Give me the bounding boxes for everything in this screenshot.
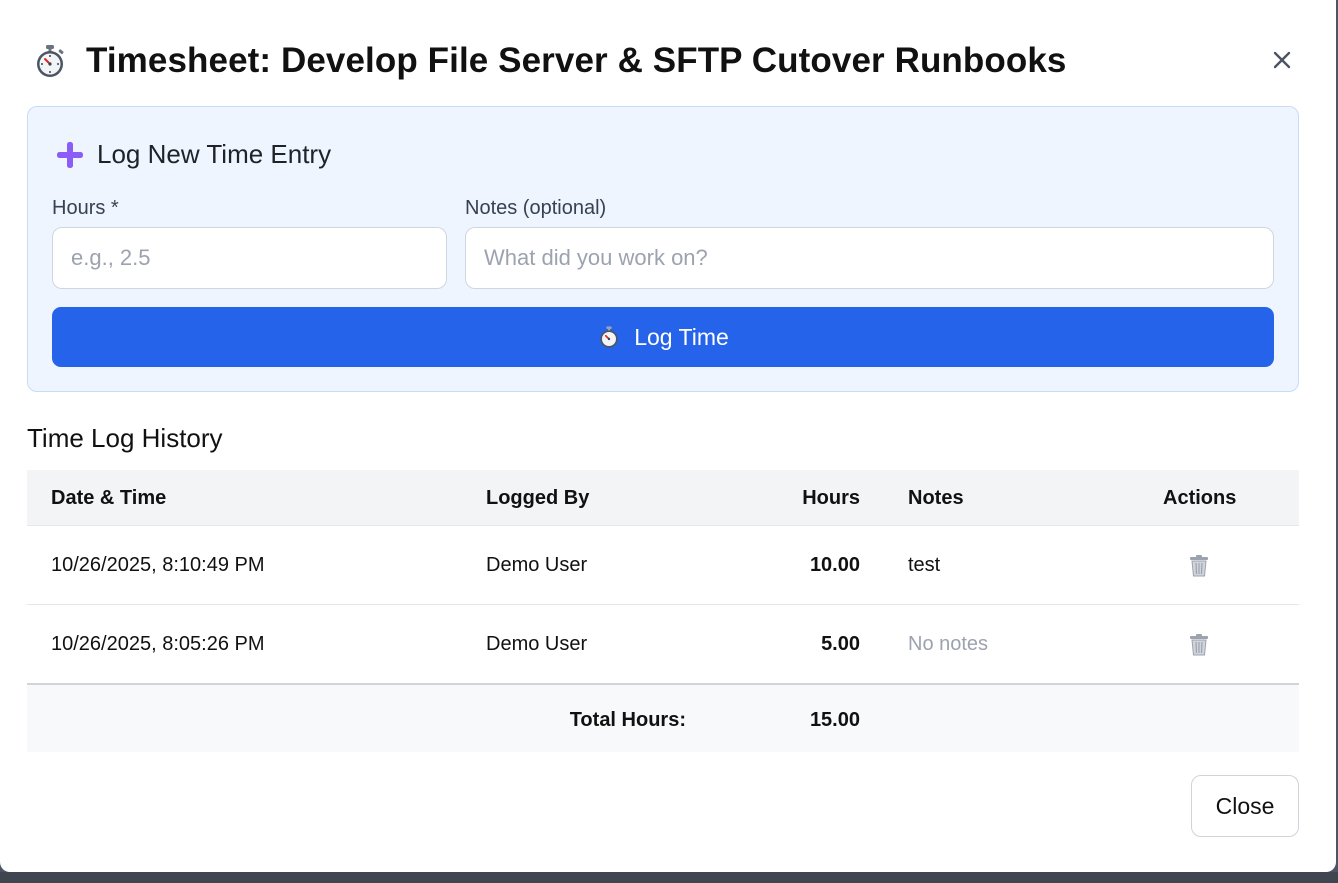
log-panel-heading: Log New Time Entry: [56, 139, 331, 170]
total-hours-value: 15.00: [809, 709, 860, 731]
column-header-logged-by: Logged By: [486, 487, 590, 509]
modal-header: Timesheet: Develop File Server & SFTP Cu…: [32, 38, 1306, 84]
total-hours-label: Total Hours:: [569, 709, 686, 731]
column-header-actions: Actions: [1163, 487, 1237, 509]
close-icon[interactable]: [1270, 48, 1294, 72]
modal-title: Timesheet: Develop File Server & SFTP Cu…: [86, 41, 1067, 80]
modal-backdrop: [0, 872, 1338, 883]
row-logged-by: Demo User: [486, 554, 588, 576]
time-log-table: Date & Time Logged By Hours Notes Action…: [27, 470, 1299, 752]
row-hours: 5.00: [821, 633, 860, 655]
close-button[interactable]: Close: [1191, 775, 1299, 837]
log-time-label: Log Time: [634, 323, 729, 350]
notes-input[interactable]: [465, 227, 1274, 289]
log-panel-title: Log New Time Entry: [97, 139, 332, 169]
row-logged-by: Demo User: [486, 633, 588, 655]
table-header: Date & Time Logged By Hours Notes Action…: [27, 470, 1299, 526]
table-row: 10/26/2025, 8:10:49 PM Demo User 10.00 t…: [27, 526, 1299, 605]
row-hours: 10.00: [809, 554, 860, 576]
row-notes: test: [908, 554, 941, 576]
stopwatch-icon: [32, 43, 68, 79]
table-row: 10/26/2025, 8:05:26 PM Demo User 5.00 No…: [27, 605, 1299, 685]
notes-label: Notes (optional): [465, 197, 607, 219]
column-header-hours: Hours: [802, 487, 860, 509]
trash-icon[interactable]: [1187, 554, 1211, 578]
row-datetime: 10/26/2025, 8:10:49 PM: [51, 554, 265, 576]
column-header-notes: Notes: [908, 487, 964, 509]
history-title: Time Log History: [27, 423, 223, 453]
hours-input[interactable]: [52, 227, 447, 289]
log-time-button[interactable]: Log Time: [52, 307, 1274, 367]
plus-icon: [56, 141, 84, 169]
timesheet-modal: Timesheet: Develop File Server & SFTP Cu…: [0, 0, 1336, 872]
column-header-date: Date & Time: [51, 487, 167, 509]
row-notes: No notes: [908, 633, 989, 655]
trash-icon[interactable]: [1187, 633, 1211, 657]
log-time-panel: Log New Time Entry Hours * Notes (option…: [27, 106, 1299, 392]
table-footer: Total Hours: 15.00: [27, 685, 1299, 752]
hours-label: Hours *: [52, 197, 119, 219]
stopwatch-icon: [597, 325, 621, 349]
row-datetime: 10/26/2025, 8:05:26 PM: [51, 633, 265, 655]
